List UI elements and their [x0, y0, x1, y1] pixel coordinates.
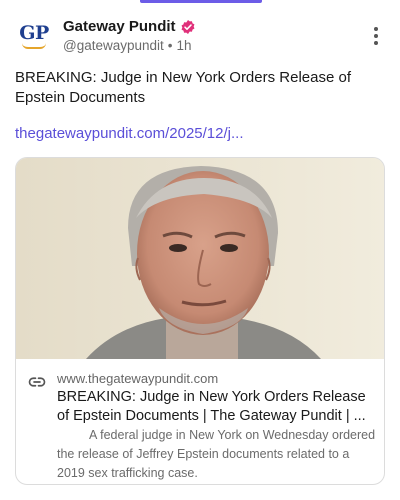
name-row: Gateway Pundit: [63, 18, 366, 36]
more-options-button[interactable]: [366, 21, 386, 51]
display-name[interactable]: Gateway Pundit: [63, 18, 176, 36]
avatar-logo-text: GP: [19, 21, 49, 44]
post-header: GP Gateway Pundit @gatewaypundit • 1h: [14, 14, 386, 58]
more-vertical-icon-dot: [374, 34, 378, 38]
post: GP Gateway Pundit @gatewaypundit • 1h BREA…: [0, 0, 400, 500]
handle[interactable]: @gatewaypundit: [63, 38, 164, 53]
card-title[interactable]: BREAKING: Judge in New York Orders Relea…: [57, 388, 375, 426]
post-text: BREAKING: Judge in New York Orders Relea…: [15, 69, 351, 106]
card-description: A federal judge in New York on Wednesday…: [57, 428, 376, 480]
separator-dot: •: [167, 37, 173, 53]
post-link[interactable]: thegatewaypundit.com/2025/12/j...: [15, 124, 385, 143]
card-image[interactable]: [16, 158, 384, 359]
more-vertical-icon-dot: [374, 41, 378, 45]
meta-row: @gatewaypundit • 1h: [63, 37, 366, 55]
author-info: Gateway Pundit @gatewaypundit • 1h: [63, 18, 366, 55]
link-icon: [28, 377, 46, 387]
portrait-image: [16, 158, 384, 359]
post-time: 1h: [176, 37, 192, 53]
avatar-swoosh: [22, 43, 46, 49]
more-vertical-icon: [374, 27, 378, 31]
link-preview-card[interactable]: www.thegatewaypundit.com BREAKING: Judge…: [15, 157, 385, 485]
card-domain: www.thegatewaypundit.com: [57, 371, 219, 386]
avatar[interactable]: GP: [14, 16, 54, 56]
verified-badge-icon: [181, 19, 194, 34]
